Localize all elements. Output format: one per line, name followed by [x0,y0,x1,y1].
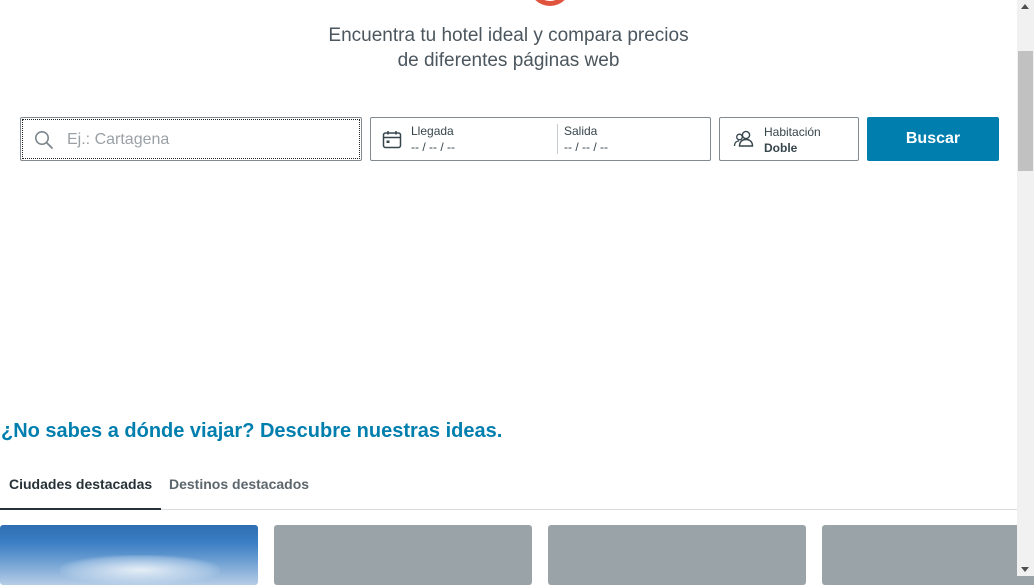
tagline: Encuentra tu hotel ideal y compara preci… [0,23,1017,73]
room-text: Habitación Doble [764,125,821,156]
departure-label: Salida [564,124,598,138]
arrival-value: -- / -- / -- [411,140,455,154]
scrollbar-thumb[interactable] [1018,51,1033,171]
ideas-title: ¿No sabes a dónde viajar? Descubre nuest… [1,420,503,442]
destination-card-image[interactable] [0,525,258,585]
arrival-date-field[interactable]: Llegada -- / -- / -- [411,124,551,156]
scroll-up-arrow-icon[interactable] [1021,4,1029,9]
destination-card-placeholder[interactable] [822,525,1034,585]
arrival-label: Llegada [411,124,454,138]
tab-destinos-destacados[interactable]: Destinos destacados [169,466,309,508]
page-scrollbar[interactable] [1017,0,1034,576]
departure-date-field[interactable]: Salida -- / -- / -- [564,124,704,156]
room-value: Doble [764,141,798,155]
room-selector[interactable]: Habitación Doble [719,117,859,161]
ideas-tabs: Ciudades destacadas Destinos destacados [0,466,1017,510]
calendar-icon [382,130,402,155]
date-divider [557,124,558,154]
departure-value: -- / -- / -- [564,140,608,154]
guests-icon [733,129,755,154]
tagline-line-1: Encuentra tu hotel ideal y compara preci… [328,25,689,46]
dates-field[interactable]: Llegada -- / -- / -- Salida -- / -- / -- [370,117,711,161]
tab-ciudades-destacadas[interactable]: Ciudades destacadas [0,466,162,510]
logo-fragment [529,0,571,6]
room-label: Habitación [764,125,821,139]
destination-field[interactable] [20,117,362,161]
tagline-line-2: de diferentes páginas web [397,50,620,71]
destination-input[interactable] [65,127,349,153]
destination-card-placeholder[interactable] [274,525,532,585]
destination-card-placeholder[interactable] [548,525,806,585]
scroll-down-arrow-icon[interactable] [1021,567,1029,572]
search-icon [34,130,54,155]
search-button[interactable]: Buscar [867,117,999,161]
